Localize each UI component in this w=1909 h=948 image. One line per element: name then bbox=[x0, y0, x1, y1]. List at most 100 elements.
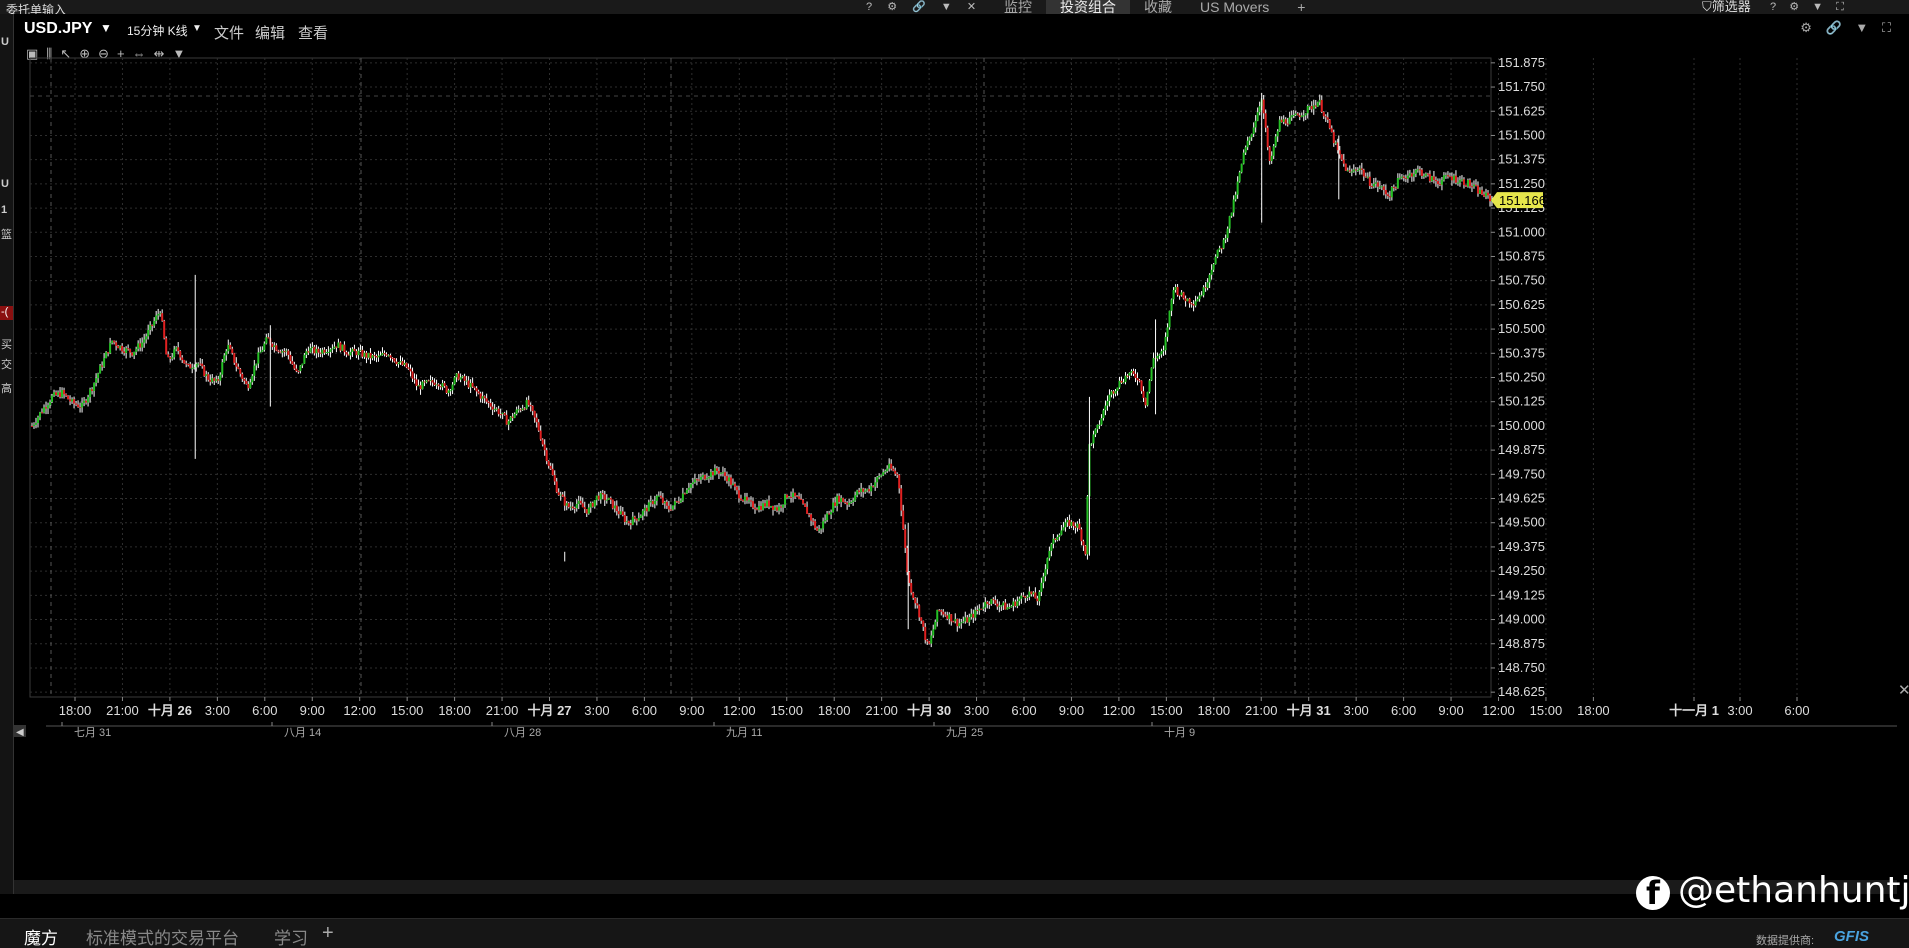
candle-body bbox=[1158, 354, 1161, 356]
close-icon[interactable]: ✕ bbox=[967, 1, 976, 13]
candle-body bbox=[417, 385, 420, 387]
tab-favorites[interactable]: 收藏 bbox=[1130, 0, 1186, 14]
close-icon[interactable]: ✕ bbox=[1898, 681, 1909, 699]
candle-body bbox=[1380, 186, 1383, 188]
y-tick-label: 150.625 bbox=[1498, 297, 1545, 312]
candle-body bbox=[719, 472, 722, 474]
candle-body bbox=[539, 430, 542, 440]
candle-body bbox=[289, 354, 292, 362]
bottom-tab-mosaic[interactable]: 魔方 bbox=[24, 924, 58, 948]
candle-body bbox=[741, 500, 744, 502]
candle-body bbox=[485, 398, 488, 402]
candle-body bbox=[1258, 106, 1261, 113]
candle-body bbox=[549, 465, 552, 469]
candle-body bbox=[1288, 117, 1291, 125]
gear-icon[interactable]: ⚙ bbox=[887, 1, 897, 13]
candle-body bbox=[371, 355, 374, 359]
candle-body bbox=[359, 349, 362, 351]
candle-body bbox=[323, 349, 326, 353]
candle-body bbox=[1386, 194, 1389, 197]
candle-body bbox=[836, 495, 839, 506]
candle-body bbox=[693, 479, 696, 483]
candle-body bbox=[1150, 367, 1153, 381]
candle-body bbox=[337, 342, 340, 348]
gear-icon[interactable]: ⚙ bbox=[1789, 1, 1799, 13]
x-tick-label: 3:00 bbox=[1727, 703, 1752, 718]
candle-body bbox=[81, 402, 84, 408]
x-tick-label: 3:00 bbox=[205, 703, 230, 718]
bottom-tab-learning[interactable]: 学习 bbox=[274, 924, 308, 948]
help-icon[interactable]: ? bbox=[866, 1, 872, 13]
candle-body bbox=[1268, 147, 1271, 162]
candle-body bbox=[199, 363, 202, 365]
candle-body bbox=[1294, 113, 1297, 116]
candle-body bbox=[1006, 607, 1009, 610]
candle-body bbox=[753, 507, 756, 510]
candle-body bbox=[1146, 391, 1149, 406]
candle-body bbox=[575, 503, 578, 509]
candle-body bbox=[157, 314, 160, 316]
candle-body bbox=[1020, 595, 1023, 599]
candle-body bbox=[1244, 147, 1247, 153]
bottom-bar: 魔方 标准模式的交易平台 学习 + 数据提供商: GFIS bbox=[0, 918, 1909, 948]
candle-body bbox=[315, 348, 318, 354]
candle-body bbox=[1160, 351, 1163, 355]
help-icon[interactable]: ? bbox=[1770, 1, 1776, 13]
candle-body bbox=[1446, 175, 1449, 177]
candle-body bbox=[313, 346, 316, 354]
y-tick-label: 149.125 bbox=[1498, 587, 1545, 602]
tab-monitor[interactable]: 监控 bbox=[990, 0, 1046, 14]
candle-body bbox=[123, 351, 126, 354]
candle-body bbox=[1210, 269, 1213, 275]
candle-body bbox=[1162, 350, 1165, 352]
maximize-icon[interactable]: ⛶ bbox=[1836, 1, 1844, 13]
candle-body bbox=[689, 484, 692, 488]
candle-body bbox=[826, 513, 829, 520]
candle-body bbox=[155, 315, 158, 321]
candle-body bbox=[733, 483, 736, 487]
candles bbox=[31, 92, 1493, 648]
tab-us-movers[interactable]: US Movers bbox=[1186, 0, 1283, 14]
candle-body bbox=[521, 408, 524, 411]
candle-body bbox=[229, 344, 232, 349]
candle-body bbox=[607, 497, 610, 500]
candle-body bbox=[677, 501, 680, 503]
tab-portfolio[interactable]: 投资组合 bbox=[1046, 0, 1130, 14]
candle-body bbox=[1234, 194, 1237, 200]
chevron-down-icon[interactable]: ▼ bbox=[1812, 1, 1823, 13]
candle-body bbox=[679, 500, 682, 503]
candle-body bbox=[924, 626, 927, 640]
candle-body bbox=[33, 424, 36, 426]
chart-scrollbar[interactable] bbox=[14, 880, 1897, 894]
candle-body bbox=[900, 488, 903, 511]
candle-body bbox=[832, 502, 835, 513]
top-window-controls: ? ⚙ 🔗 ▼ ✕ bbox=[866, 0, 988, 13]
candle-body bbox=[772, 505, 775, 510]
candle-body bbox=[701, 475, 704, 477]
candle-body bbox=[1148, 380, 1151, 392]
candle-body bbox=[1296, 113, 1299, 116]
candle-body bbox=[127, 348, 130, 350]
candle-body bbox=[818, 529, 821, 531]
candle-body bbox=[93, 382, 96, 392]
candle-body bbox=[938, 609, 941, 611]
candle-body bbox=[1408, 173, 1411, 176]
candle-body bbox=[782, 504, 785, 508]
add-tab-button[interactable]: + bbox=[322, 922, 334, 945]
candle-body bbox=[519, 409, 522, 411]
add-tab-button[interactable]: + bbox=[1283, 0, 1319, 14]
candle-body bbox=[555, 481, 558, 493]
link-icon[interactable]: 🔗 bbox=[912, 1, 926, 13]
candle-body bbox=[1454, 175, 1457, 183]
bottom-tab-classic-tws[interactable]: 标准模式的交易平台 bbox=[86, 924, 239, 948]
chevron-down-icon[interactable]: ▼ bbox=[941, 1, 952, 13]
candle-body bbox=[1420, 169, 1423, 176]
screener-button[interactable]: ⛉筛选器 bbox=[1702, 0, 1751, 14]
candle-body bbox=[1320, 99, 1323, 112]
candle-body bbox=[213, 378, 216, 381]
candle-body bbox=[980, 608, 983, 610]
price-chart[interactable]: 151.875 151.750 151.625 151.500 151.375 151.2… bbox=[14, 14, 1897, 880]
candle-body bbox=[920, 617, 923, 621]
candle-body bbox=[1100, 418, 1103, 425]
candle-body bbox=[407, 367, 410, 369]
